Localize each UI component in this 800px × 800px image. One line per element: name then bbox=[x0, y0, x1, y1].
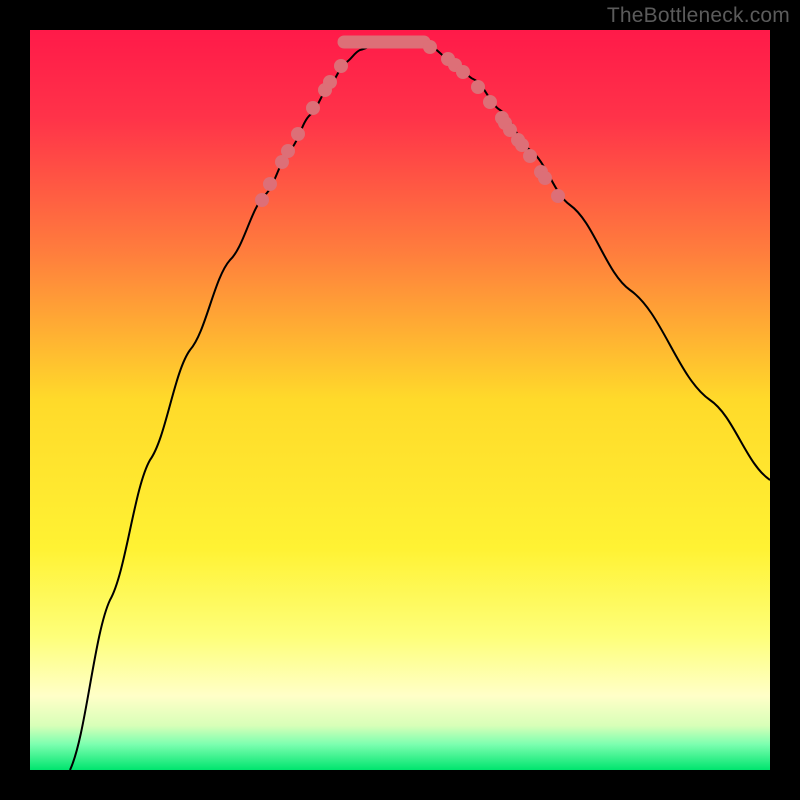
data-point bbox=[523, 149, 537, 163]
data-point bbox=[551, 189, 565, 203]
data-point bbox=[471, 80, 485, 94]
data-point bbox=[483, 95, 497, 109]
data-point bbox=[456, 65, 470, 79]
data-point bbox=[538, 171, 552, 185]
watermark-text: TheBottleneck.com bbox=[607, 4, 790, 28]
data-point bbox=[255, 193, 269, 207]
data-point bbox=[423, 40, 437, 54]
data-points bbox=[255, 40, 565, 207]
chart-overlay bbox=[30, 30, 770, 770]
bottleneck-curve bbox=[70, 40, 770, 770]
data-point bbox=[291, 127, 305, 141]
data-point bbox=[323, 75, 337, 89]
chart-frame: TheBottleneck.com bbox=[0, 0, 800, 800]
data-point bbox=[263, 177, 277, 191]
data-point bbox=[503, 123, 517, 137]
plot-area bbox=[30, 30, 770, 770]
data-point bbox=[334, 59, 348, 73]
data-point bbox=[306, 101, 320, 115]
data-point bbox=[281, 144, 295, 158]
